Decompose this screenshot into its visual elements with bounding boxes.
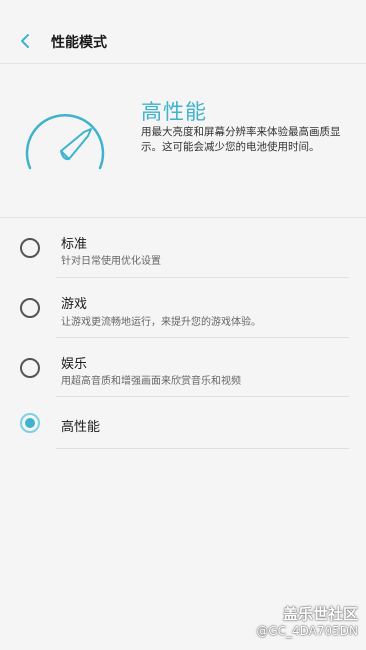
option-standard[interactable]: 标准 针对日常使用优化设置 <box>0 218 366 278</box>
radio-game[interactable] <box>20 298 40 318</box>
radio-entertainment[interactable] <box>20 358 40 378</box>
row-divider <box>56 448 349 449</box>
page-title: 性能模式 <box>51 35 107 51</box>
option-game[interactable]: 游戏 让游戏更流畅地运行，来提升您的游戏体验。 <box>0 278 366 338</box>
watermark-user: @GC_4DA705DN <box>256 624 358 638</box>
mode-description: 用最大亮度和屏幕分辨率来体验最高画质显示。这可能会减少您的电池使用时间。 <box>141 126 341 153</box>
option-title: 标准 <box>61 237 88 252</box>
watermark-logo: 盖乐世社区 <box>282 605 358 623</box>
option-title: 娱乐 <box>61 357 88 372</box>
mode-title: 高性能 <box>141 100 207 124</box>
back-button[interactable] <box>10 26 40 56</box>
radio-high-performance[interactable] <box>20 413 40 433</box>
option-title: 游戏 <box>61 297 88 312</box>
watermark: 盖乐世社区 @GC_4DA705DN <box>256 603 358 638</box>
mode-preview: 高性能 用最大亮度和屏幕分辨率来体验最高画质显示。这可能会减少您的电池使用时间。 <box>0 65 366 217</box>
option-high-performance[interactable]: 高性能 <box>0 396 366 456</box>
option-subtitle: 让游戏更流畅地运行，来提升您的游戏体验。 <box>61 317 261 328</box>
option-subtitle: 用超高音质和增强画面来欣赏音乐和视频 <box>61 376 241 387</box>
chevron-left-icon <box>21 34 29 48</box>
option-title: 高性能 <box>61 420 101 435</box>
radio-standard[interactable] <box>20 238 40 258</box>
option-subtitle: 针对日常使用优化设置 <box>61 256 161 267</box>
option-entertainment[interactable]: 娱乐 用超高音质和增强画面来欣赏音乐和视频 <box>0 338 366 398</box>
gauge-icon <box>25 113 105 170</box>
app-header: 性能模式 <box>0 0 366 64</box>
